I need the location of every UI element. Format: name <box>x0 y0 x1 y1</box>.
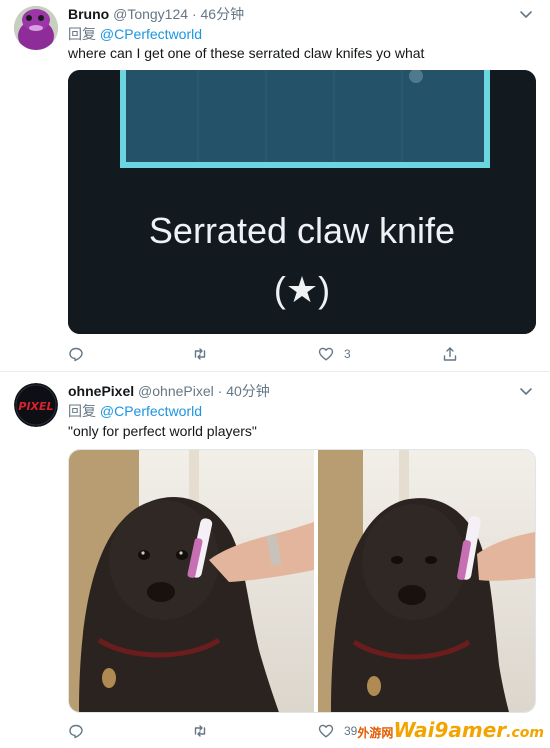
reply-prefix: 回复 <box>68 403 96 419</box>
tweet-media-image[interactable] <box>68 449 536 713</box>
author-handle[interactable]: @ohnePixel <box>138 383 214 399</box>
tweet-header: ohnePixel @ohnePixel · 40分钟 <box>68 382 270 400</box>
heart-icon <box>318 347 334 361</box>
tweet-text: where can I get one of these serrated cl… <box>68 45 425 61</box>
retweet-action[interactable] <box>192 344 218 364</box>
retweet-action[interactable] <box>192 721 218 741</box>
retweet-icon <box>194 725 206 737</box>
reply-context: 回复 @CPerfectworld <box>68 402 202 420</box>
tweet-header: Bruno @Tongy124 · 46分钟 <box>68 5 244 23</box>
reply-icon <box>69 724 83 739</box>
share-icon <box>443 347 457 361</box>
like-action[interactable]: 39 <box>318 721 357 741</box>
author-name[interactable]: ohnePixel <box>68 383 134 399</box>
tweet-2[interactable]: PIXEL ohnePixel @ohnePixel · 40分钟 回复 @CP… <box>0 372 550 748</box>
separator-dot: · <box>217 383 223 399</box>
tweet-text: "only for perfect world players" <box>68 423 257 439</box>
tweet-actions: 3 <box>68 344 536 364</box>
reply-prefix: 回复 <box>68 26 96 42</box>
watermark-brand: Wai9amer <box>393 718 507 742</box>
share-action[interactable] <box>442 344 458 364</box>
knife-title: Serrated claw knife <box>149 210 455 251</box>
like-count: 39 <box>344 724 358 738</box>
knife-subtitle: (★) <box>274 269 330 310</box>
reply-mention-link[interactable]: @CPerfectworld <box>100 26 202 42</box>
dog-photo-right <box>318 450 535 712</box>
dog-photo-left <box>69 450 314 712</box>
watermark-logo: 外游网Wai9amer.com <box>357 718 544 742</box>
separator-dot: · <box>191 6 197 22</box>
retweet-icon <box>194 348 206 360</box>
avatar[interactable]: PIXEL <box>14 383 58 427</box>
tweet-time[interactable]: 46分钟 <box>201 6 245 22</box>
chevron-down-icon[interactable] <box>518 383 534 399</box>
like-count: 3 <box>344 347 351 361</box>
reply-action[interactable] <box>68 344 94 364</box>
reply-action[interactable] <box>68 721 94 741</box>
like-action[interactable]: 3 <box>318 344 351 364</box>
heart-icon <box>318 724 334 738</box>
author-handle[interactable]: @Tongy124 <box>113 6 188 22</box>
watermark-suffix: .com <box>506 725 544 741</box>
reply-icon <box>69 347 83 362</box>
avatar[interactable] <box>14 6 58 50</box>
tweet-1[interactable]: Bruno @Tongy124 · 46分钟 回复 @CPerfectworld… <box>0 0 550 372</box>
author-name[interactable]: Bruno <box>68 6 109 22</box>
reply-mention-link[interactable]: @CPerfectworld <box>100 403 202 419</box>
tweet-time[interactable]: 40分钟 <box>226 383 270 399</box>
watermark-cn: 外游网 <box>357 726 394 740</box>
avatar-logo-text: PIXEL <box>18 400 53 413</box>
reply-context: 回复 @CPerfectworld <box>68 25 202 43</box>
chevron-down-icon[interactable] <box>518 6 534 22</box>
tweet-media-image[interactable]: Serrated claw knife (★) <box>68 70 536 334</box>
